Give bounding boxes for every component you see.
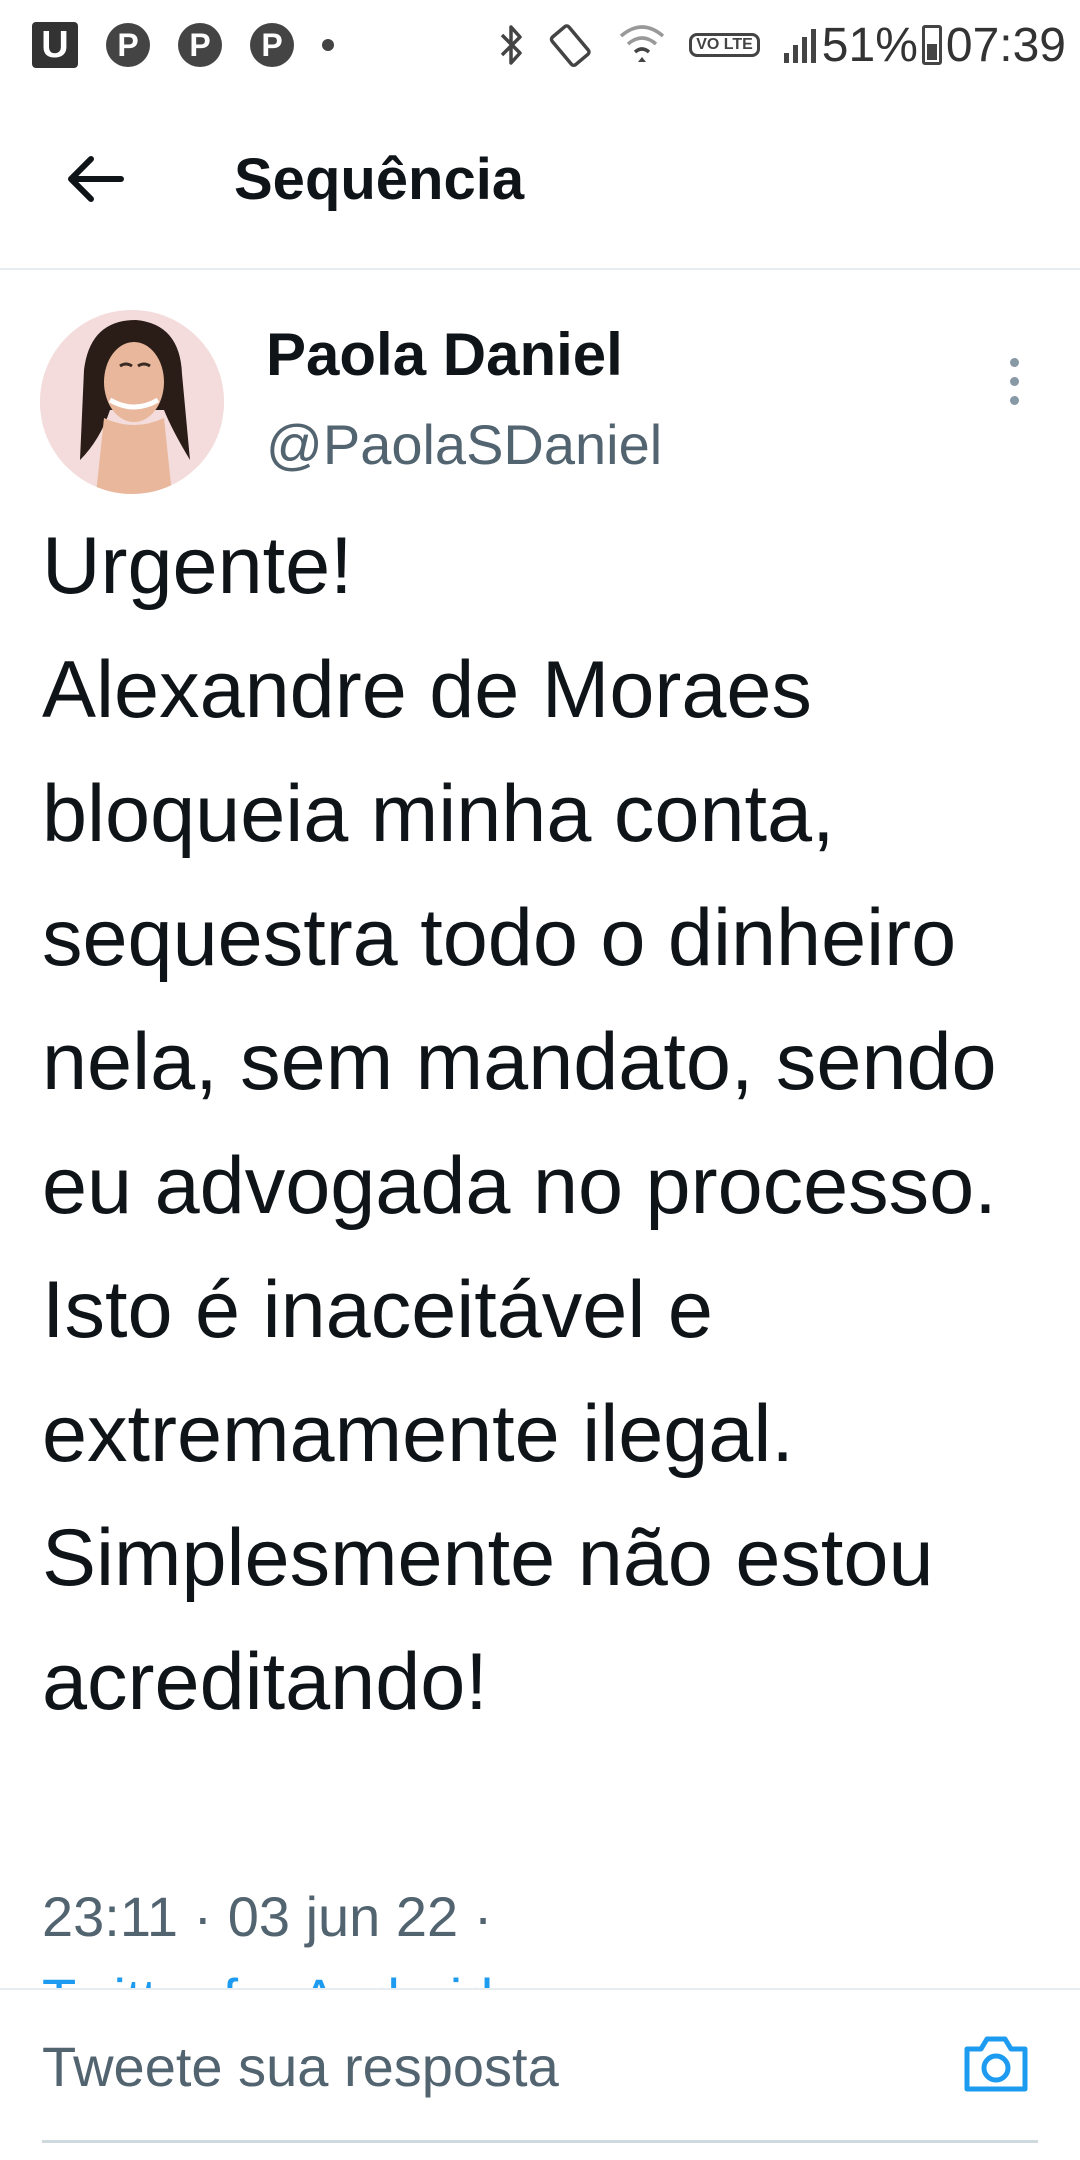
camera-icon xyxy=(964,2036,1028,2092)
tweet-timestamp: 23:11 · 03 jun 22 · xyxy=(42,1885,493,1948)
reply-underline xyxy=(42,2140,1038,2143)
more-dot xyxy=(1009,395,1019,405)
bluetooth-icon xyxy=(499,23,525,67)
signal-icon xyxy=(782,25,822,65)
pinterest-icon: P xyxy=(250,23,294,67)
author-name[interactable]: Paola Daniel xyxy=(266,320,623,389)
page-title: Sequência xyxy=(234,146,525,212)
status-right: VO LTE 51% 07:39 xyxy=(477,18,1066,73)
more-options-button[interactable] xyxy=(996,336,1032,426)
clock: 07:39 xyxy=(945,18,1066,72)
author-handle[interactable]: @PaolaSDaniel xyxy=(266,412,662,477)
rotate-icon xyxy=(547,21,595,69)
reply-input[interactable]: Tweete sua resposta xyxy=(42,2030,942,2104)
battery-icon xyxy=(921,25,942,65)
battery-percent: 51% xyxy=(821,18,918,72)
app-header: Sequência xyxy=(0,90,1080,270)
status-bar: U P P P VO LTE 51% 07:39 xyxy=(0,0,1080,90)
wifi-icon xyxy=(617,22,667,68)
avatar[interactable] xyxy=(40,310,224,494)
tweet-text: Urgente! Alexandre de Moraes bloqueia mi… xyxy=(42,521,997,1727)
pinterest-icon: P xyxy=(178,23,222,67)
camera-button[interactable] xyxy=(960,2028,1032,2100)
back-button[interactable] xyxy=(40,124,150,234)
dot-icon xyxy=(322,39,334,51)
u-app-icon: U xyxy=(32,22,78,68)
more-dot xyxy=(1009,357,1019,367)
pinterest-icon: P xyxy=(106,23,150,67)
volte-badge: VO LTE xyxy=(689,33,760,57)
status-left: U P P P xyxy=(32,22,362,68)
reply-bar: Tweete sua resposta xyxy=(0,1988,1080,2160)
more-dot xyxy=(1009,376,1019,386)
screen: U P P P VO LTE 51% 07:39 Sequência Paola… xyxy=(0,0,1080,2160)
arrow-left-icon xyxy=(68,156,124,202)
